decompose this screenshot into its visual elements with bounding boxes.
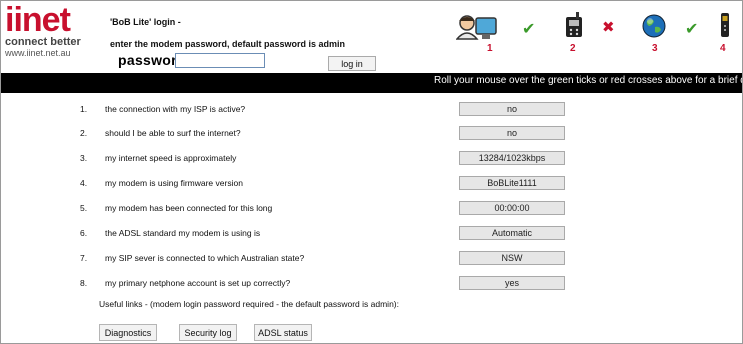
- question-text: my SIP sever is connected to which Austr…: [105, 253, 305, 263]
- security-log-button[interactable]: Security log: [179, 324, 237, 341]
- answer-value: 13284/1023kbps: [459, 151, 565, 165]
- logo-url: www.iinet.net.au: [5, 48, 71, 58]
- status-3-icon-wrap: [641, 13, 667, 44]
- question-text: my modem is using firmware version: [105, 178, 243, 188]
- login-button[interactable]: log in: [328, 56, 376, 71]
- answer-value: NSW: [459, 251, 565, 265]
- bob-lite-page: iinet connect better www.iinet.net.au 'B…: [0, 0, 743, 344]
- question-text: the ADSL standard my modem is using is: [105, 228, 261, 238]
- useful-links-caption: Useful links - (modem login password req…: [99, 299, 399, 309]
- login-title: 'BoB Lite' login -: [110, 17, 181, 27]
- question-text: my modem has been connected for this lon…: [105, 203, 273, 213]
- question-text: should I be able to surf the internet?: [105, 128, 241, 138]
- question-number: 4.: [80, 178, 88, 188]
- answer-value: yes: [459, 276, 565, 290]
- iinet-logo: iinet connect better www.iinet.net.au: [5, 1, 93, 59]
- status-2-icon-wrap: [564, 11, 584, 44]
- question-number: 2.: [80, 128, 88, 138]
- status-4-icon-wrap: [718, 11, 732, 44]
- question-number: 3.: [80, 153, 88, 163]
- hover-hint-banner: Roll your mouse over the green ticks or …: [434, 75, 742, 86]
- question-text: the connection with my ISP is active?: [105, 104, 246, 114]
- answer-value: no: [459, 102, 565, 116]
- status-2-number: 2: [570, 43, 576, 54]
- diagnostics-button[interactable]: Diagnostics: [99, 324, 157, 341]
- status-3-number: 3: [652, 43, 658, 54]
- question-number: 8.: [80, 278, 88, 288]
- question-number: 1.: [80, 104, 88, 114]
- status-1-tick-icon[interactable]: ✔: [522, 19, 535, 39]
- answer-value: 00:00:00: [459, 201, 565, 215]
- status-3-tick-icon[interactable]: ✔: [685, 19, 698, 39]
- password-input[interactable]: [175, 53, 265, 68]
- adsl-status-button[interactable]: ADSL status: [254, 324, 312, 341]
- status-1-number: 1: [487, 43, 493, 54]
- answer-value: no: [459, 126, 565, 140]
- question-text: my internet speed is approximately: [105, 153, 237, 163]
- logo-wordmark: iinet: [5, 1, 71, 39]
- answer-value: Automatic: [459, 226, 565, 240]
- globe-icon: [642, 14, 666, 38]
- handset-icon: [721, 13, 729, 37]
- status-2-cross-icon[interactable]: ✖: [602, 18, 615, 36]
- phone-icon: [566, 12, 582, 37]
- status-1-icon-wrap: [455, 13, 500, 46]
- question-number: 6.: [80, 228, 88, 238]
- logo-tagline: connect better: [5, 36, 81, 48]
- login-hint: enter the modem password, default passwo…: [110, 39, 346, 49]
- user-computer-icon: [455, 15, 497, 40]
- question-number: 5.: [80, 203, 88, 213]
- question-text: my primary netphone account is set up co…: [105, 278, 291, 288]
- question-number: 7.: [80, 253, 88, 263]
- answer-value: BoBLite1111: [459, 176, 565, 190]
- status-4-number: 4: [720, 43, 726, 54]
